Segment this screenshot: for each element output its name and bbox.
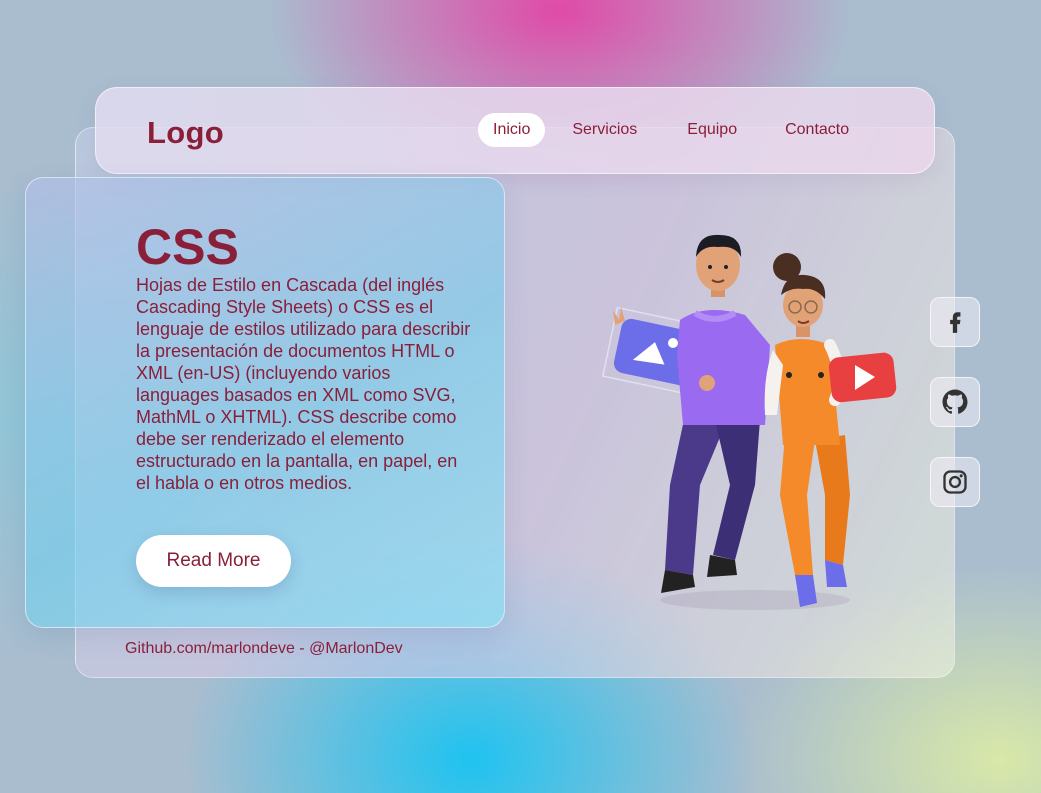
instagram-button[interactable]	[930, 457, 980, 507]
nav-item-contacto[interactable]: Contacto	[770, 113, 864, 147]
nav-item-inicio[interactable]: Inicio	[478, 113, 546, 147]
github-button[interactable]	[930, 377, 980, 427]
play-card-icon	[828, 352, 897, 403]
footer-credit[interactable]: Github.com/marlondeve - @MarlonDev	[125, 640, 403, 658]
nav-links: Inicio Servicios Equipo Contacto	[478, 113, 870, 147]
hero-description: Hojas de Estilo en Cascada (del inglés C…	[136, 275, 471, 493]
read-more-button[interactable]: Read More	[136, 535, 291, 587]
facebook-icon	[950, 312, 961, 333]
hero-title: CSS	[136, 219, 239, 275]
woman-figure	[764, 253, 850, 607]
nav-item-equipo[interactable]: Equipo	[672, 113, 752, 147]
facebook-button[interactable]	[930, 297, 980, 347]
man-figure	[613, 234, 770, 593]
navbar: Logo Inicio Servicios Equipo Contacto	[95, 87, 935, 174]
nav-item-servicios[interactable]: Servicios	[557, 113, 652, 147]
hero-card: CSS Hojas de Estilo en Cascada (del ingl…	[25, 177, 505, 628]
instagram-icon	[943, 470, 967, 494]
people-illustration	[601, 234, 897, 610]
github-icon	[942, 389, 968, 414]
logo[interactable]: Logo	[147, 115, 224, 151]
